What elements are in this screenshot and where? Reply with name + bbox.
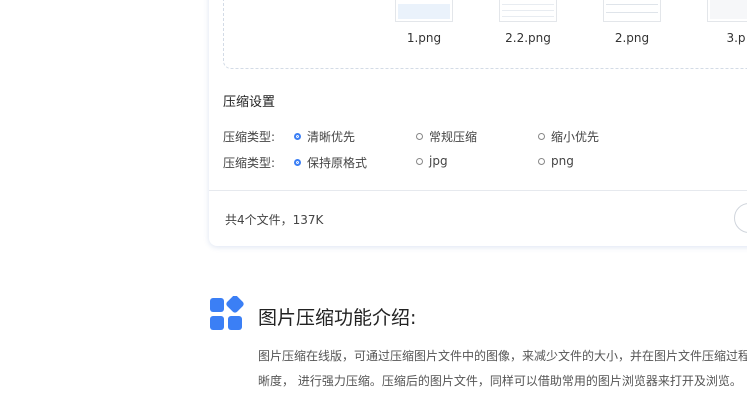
divider xyxy=(209,190,747,191)
radio-selected-icon[interactable] xyxy=(294,159,301,166)
upload-card: 1.png 2.2.png 2.png 3.p 压缩设置 压缩类型: 清晰优先 … xyxy=(209,0,747,246)
option-shrink-priority[interactable]: 缩小优先 xyxy=(538,128,599,145)
option-png[interactable]: png xyxy=(538,154,574,168)
file-name: 2.2.png xyxy=(505,31,551,45)
file-thumbnail[interactable] xyxy=(499,0,557,22)
file-thumbnail[interactable] xyxy=(395,0,453,22)
file-summary: 共4个文件，137K xyxy=(225,213,324,227)
intro-text-line: 图片压缩在线版，可通过压缩图片文件中的图像，来减少文件的大小，并在图片文件压缩过… xyxy=(258,349,747,363)
intro-title: 图片压缩功能介绍: xyxy=(258,307,417,329)
option-jpg[interactable]: jpg xyxy=(416,154,448,168)
radio-selected-icon[interactable] xyxy=(294,133,301,140)
round-action-button[interactable] xyxy=(734,203,747,233)
radio-icon[interactable] xyxy=(416,133,423,140)
radio-icon[interactable] xyxy=(538,133,545,140)
radio-icon[interactable] xyxy=(538,157,545,165)
file-name: 1.png xyxy=(406,31,442,45)
file-name: 3.p xyxy=(726,31,746,45)
option-keep-format[interactable]: 保持原格式 xyxy=(294,154,367,171)
intro-text-line: 晰度， 进行强力压缩。压缩后的图片文件，同样可以借助常用的图片浏览器来打开及浏览… xyxy=(258,374,742,388)
file-dropzone[interactable]: 1.png 2.2.png 2.png 3.p xyxy=(223,0,747,69)
file-thumbnail[interactable] xyxy=(603,0,661,22)
option-normal-compress[interactable]: 常规压缩 xyxy=(416,128,477,145)
settings-title: 压缩设置 xyxy=(223,95,276,110)
radio-icon[interactable] xyxy=(416,157,423,165)
file-thumbnail[interactable] xyxy=(707,0,747,22)
format-type-label: 压缩类型: xyxy=(223,156,276,170)
file-name: 2.png xyxy=(614,31,650,45)
apps-icon xyxy=(210,296,244,330)
compress-type-label: 压缩类型: xyxy=(223,130,276,144)
option-clarity-priority[interactable]: 清晰优先 xyxy=(294,128,355,145)
